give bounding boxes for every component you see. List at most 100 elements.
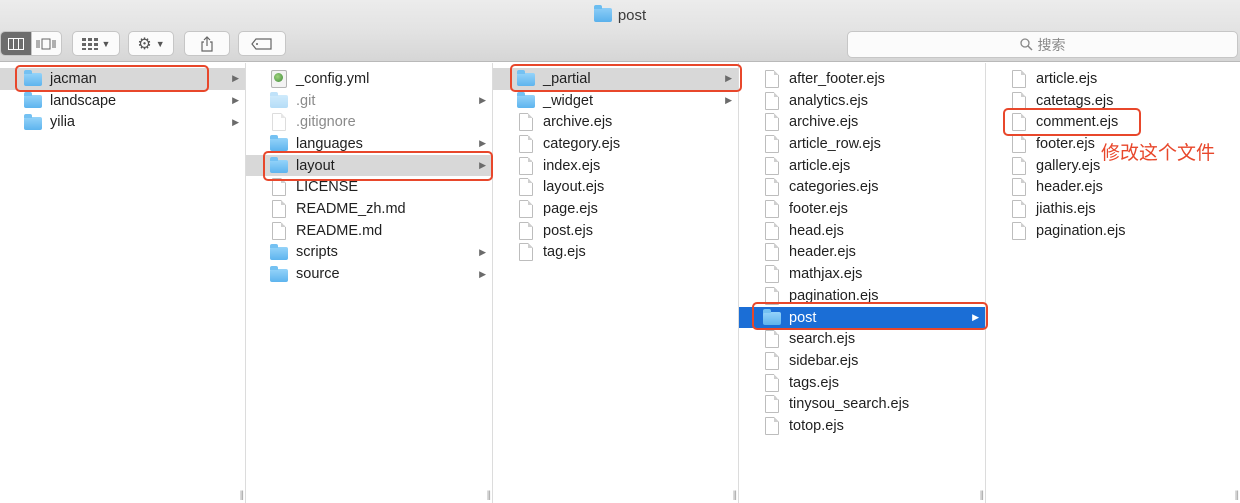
folder-row[interactable]: scripts ▶ [246,242,492,264]
file-row[interactable]: article_row.ejs [739,133,985,155]
annotation-box-jacman [15,65,209,92]
item-label: categories.ejs [789,179,879,196]
file-row[interactable]: README.md [246,220,492,242]
column-4: after_footer.ejs analytics.ejs archive.ejs… [739,63,986,503]
folder-row[interactable]: .git ▶ [246,90,492,112]
file-row[interactable]: archive.ejs [493,111,738,133]
item-label: header.ejs [789,244,856,261]
file-row[interactable]: category.ejs [493,133,738,155]
file-row[interactable]: head.ejs [739,220,985,242]
document-icon [765,351,779,370]
item-label: yilia [50,114,75,131]
folder-row[interactable]: source ▶ [246,263,492,285]
item-label: totop.ejs [789,418,844,435]
file-row[interactable]: tags.ejs [739,372,985,394]
share-icon [201,35,213,52]
disclosure-arrow-icon: ▶ [479,268,486,279]
item-label: catetags.ejs [1036,92,1114,109]
file-row[interactable]: layout.ejs [493,177,738,199]
item-label: README_zh.md [296,201,406,218]
cover-flow-icon [36,38,56,49]
disclosure-arrow-icon: ▶ [479,95,486,106]
cover-flow-button[interactable] [30,32,61,55]
file-row[interactable]: README_zh.md [246,198,492,220]
file-row[interactable]: header.ejs [986,177,1240,199]
item-label: languages [296,135,363,152]
column-resize-handle[interactable]: || [733,490,737,501]
file-row[interactable]: footer.ejs [739,198,985,220]
file-row[interactable]: mathjax.ejs [739,263,985,285]
item-label: pagination.ejs [1036,222,1126,239]
document-icon [765,113,779,132]
arrange-button[interactable]: ▼ [72,31,120,56]
item-label: tinysou_search.ejs [789,396,910,413]
item-label: tags.ejs [789,374,839,391]
item-label: archive.ejs [789,114,859,131]
column-resize-handle[interactable]: || [240,490,244,501]
item-label: scripts [296,244,338,261]
folder-row[interactable]: landscape ▶ [0,90,245,112]
file-row[interactable]: search.ejs [739,328,985,350]
tags-button[interactable] [238,31,286,56]
folder-icon [517,92,535,109]
toolbar: ▼ ⚙ ▼ 搜索 [0,30,1240,62]
chevron-down-icon: ▼ [101,38,111,49]
file-row[interactable]: index.ejs [493,155,738,177]
column-resize-handle[interactable]: || [980,490,984,501]
folder-icon [270,92,288,109]
grid-icon [81,37,98,50]
view-mode-segmented-control[interactable] [0,31,62,56]
folder-icon [270,265,288,282]
item-label: after_footer.ejs [789,70,885,87]
file-row[interactable]: pagination.ejs [986,220,1240,242]
document-icon [1012,134,1026,153]
action-button[interactable]: ⚙ ▼ [128,31,174,56]
annotation-box-layout [263,151,493,181]
column-resize-handle[interactable]: || [487,490,491,501]
file-row[interactable]: .gitignore [246,111,492,133]
folder-row[interactable]: _widget ▶ [493,90,738,112]
item-label: README.md [296,222,383,239]
search-field[interactable]: 搜索 [847,31,1238,58]
file-row[interactable]: totop.ejs [739,415,985,437]
document-icon [1012,200,1026,219]
document-icon [519,178,533,197]
file-row[interactable]: tinysou_search.ejs [739,394,985,416]
file-row[interactable]: archive.ejs [739,111,985,133]
file-row[interactable]: page.ejs [493,198,738,220]
column-resize-handle[interactable]: || [1235,490,1239,501]
item-label: source [296,266,340,283]
item-label: tag.ejs [543,244,586,261]
file-row[interactable]: article.ejs [739,155,985,177]
folder-icon [24,113,42,130]
file-row[interactable]: jiathis.ejs [986,198,1240,220]
item-label: article.ejs [789,157,851,174]
yml-file-icon [271,69,287,88]
document-icon [765,200,779,219]
file-row[interactable]: header.ejs [739,242,985,264]
file-row[interactable]: _config.yml [246,68,492,90]
column-view-button[interactable] [1,32,31,55]
column-1: jacman ▶ landscape ▶ yilia ▶ || [0,63,246,503]
file-row[interactable]: post.ejs [493,220,738,242]
file-row[interactable]: after_footer.ejs [739,68,985,90]
document-icon [765,221,779,240]
item-label: gallery.ejs [1036,157,1101,174]
file-row[interactable]: categories.ejs [739,177,985,199]
item-label: analytics.ejs [789,92,868,109]
folder-row[interactable]: yilia ▶ [0,111,245,133]
disclosure-arrow-icon: ▶ [232,116,239,127]
document-icon [765,69,779,88]
document-icon [272,221,286,240]
document-icon [272,178,286,197]
item-label: landscape [50,92,117,109]
file-row[interactable]: sidebar.ejs [739,350,985,372]
item-label: article.ejs [1036,70,1098,87]
file-row[interactable]: article.ejs [986,68,1240,90]
document-icon [1012,156,1026,175]
chevron-down-icon: ▼ [155,38,165,49]
folder-icon [24,92,42,109]
share-button[interactable] [184,31,230,56]
file-row[interactable]: tag.ejs [493,242,738,264]
file-row[interactable]: analytics.ejs [739,90,985,112]
